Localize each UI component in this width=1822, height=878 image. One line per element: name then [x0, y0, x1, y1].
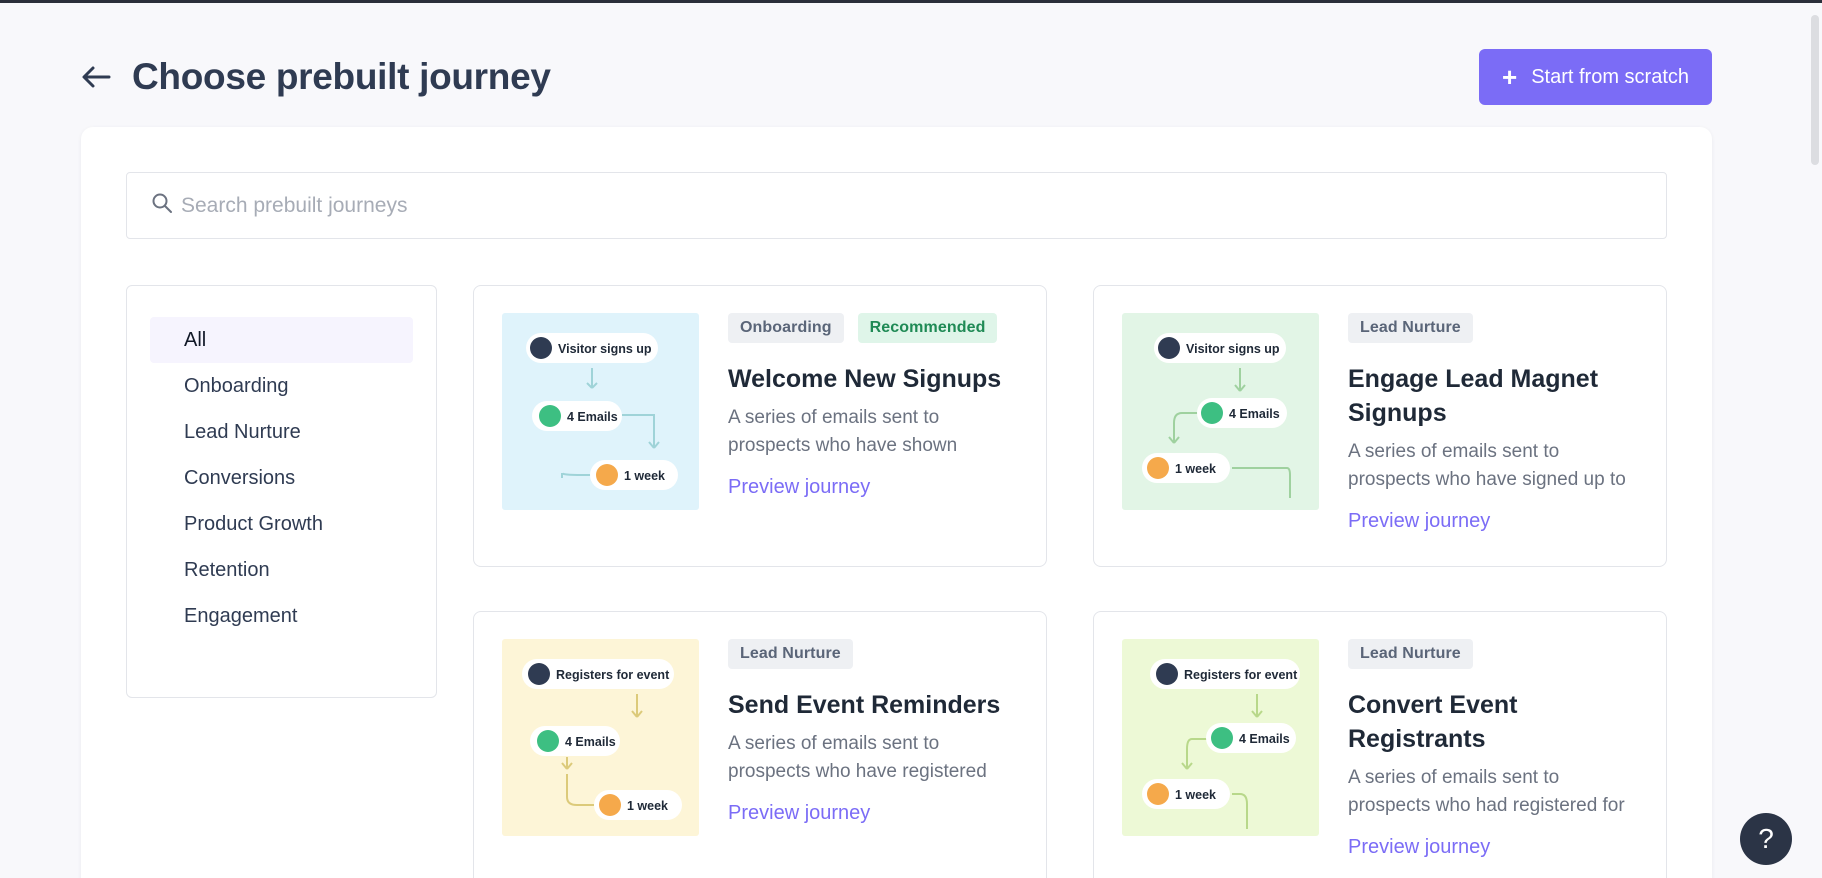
- card-title: Welcome New Signups: [728, 365, 1002, 393]
- svg-text:Registers for event: Registers for event: [556, 668, 670, 682]
- sidebar-item-product-growth[interactable]: Product Growth: [150, 501, 413, 547]
- journey-card[interactable]: Visitor signs up 4 Emails 1 week Onboard…: [473, 285, 1047, 567]
- card-description: A series of emails sent to prospects who…: [728, 407, 958, 456]
- sidebar-item-lead-nurture[interactable]: Lead Nurture: [150, 409, 413, 455]
- journey-panel: All Onboarding Lead Nurture Conversions …: [81, 127, 1712, 878]
- card-title: Convert Event Registrants: [1348, 691, 1518, 753]
- svg-text:Visitor signs up: Visitor signs up: [558, 342, 652, 356]
- category-tag: Lead Nurture: [1348, 313, 1473, 343]
- start-from-scratch-label: Start from scratch: [1531, 65, 1689, 88]
- preview-journey-link[interactable]: Preview journey: [728, 802, 1018, 825]
- card-body: Lead Nurture Convert Event Registrants A…: [1348, 639, 1638, 859]
- preview-journey-link[interactable]: Preview journey: [1348, 836, 1638, 859]
- journey-thumbnail: Visitor signs up 4 Emails 1 week: [1122, 313, 1319, 510]
- journey-thumbnail: Visitor signs up 4 Emails 1 week: [502, 313, 699, 510]
- svg-text:4 Emails: 4 Emails: [1239, 732, 1290, 746]
- tag-list: Lead Nurture: [1348, 639, 1638, 669]
- sidebar-item-onboarding[interactable]: Onboarding: [150, 363, 413, 409]
- svg-text:1 week: 1 week: [627, 799, 668, 813]
- svg-text:Visitor signs up: Visitor signs up: [1186, 342, 1280, 356]
- card-body: Lead Nurture Engage Lead Magnet Signups …: [1348, 313, 1638, 533]
- card-description: A series of emails sent to prospects who…: [1348, 767, 1625, 816]
- svg-text:1 week: 1 week: [1175, 462, 1216, 476]
- recommended-tag: Recommended: [857, 313, 998, 343]
- category-sidebar: All Onboarding Lead Nurture Conversions …: [126, 285, 437, 698]
- card-body: Lead Nurture Send Event Reminders A seri…: [728, 639, 1018, 825]
- svg-text:1 week: 1 week: [1175, 788, 1216, 802]
- category-tag: Onboarding: [728, 313, 844, 343]
- scrollbar[interactable]: [1811, 15, 1819, 165]
- help-button[interactable]: ?: [1740, 813, 1792, 865]
- card-title: Send Event Reminders: [728, 691, 1001, 719]
- plus-icon: +: [1502, 62, 1518, 92]
- category-tag: Lead Nurture: [1348, 639, 1473, 669]
- search-input[interactable]: [181, 193, 1581, 218]
- svg-text:1 week: 1 week: [624, 469, 665, 483]
- journey-card[interactable]: Visitor signs up 4 Emails 1 week Lead Nu…: [1093, 285, 1667, 567]
- svg-text:4 Emails: 4 Emails: [565, 735, 616, 749]
- category-tag: Lead Nurture: [728, 639, 853, 669]
- journey-card[interactable]: Registers for event 4 Emails 1 week Lead…: [473, 611, 1047, 878]
- svg-text:Registers for event: Registers for event: [1184, 668, 1298, 682]
- card-title: Engage Lead Magnet Signups: [1348, 365, 1599, 427]
- tag-list: Lead Nurture: [728, 639, 1018, 669]
- page-title: Choose prebuilt journey: [132, 56, 551, 97]
- page-header: Choose prebuilt journey + Start from scr…: [80, 47, 1712, 107]
- start-from-scratch-button[interactable]: + Start from scratch: [1479, 49, 1712, 105]
- search-icon: [151, 192, 173, 219]
- sidebar-item-retention[interactable]: Retention: [150, 547, 413, 593]
- svg-text:4 Emails: 4 Emails: [567, 410, 618, 424]
- sidebar-item-all[interactable]: All: [150, 317, 413, 363]
- card-body: Onboarding Recommended Welcome New Signu…: [728, 313, 1018, 499]
- card-description: A series of emails sent to prospects who…: [1348, 441, 1626, 490]
- preview-journey-link[interactable]: Preview journey: [1348, 510, 1638, 533]
- title-wrap: Choose prebuilt journey: [80, 56, 551, 98]
- sidebar-item-conversions[interactable]: Conversions: [150, 455, 413, 501]
- tag-list: Onboarding Recommended: [728, 313, 1018, 343]
- journey-thumbnail: Registers for event 4 Emails 1 week: [502, 639, 699, 836]
- journey-thumbnail: Registers for event 4 Emails 1 week: [1122, 639, 1319, 836]
- preview-journey-link[interactable]: Preview journey: [728, 476, 1018, 499]
- tag-list: Lead Nurture: [1348, 313, 1638, 343]
- back-arrow-icon[interactable]: [80, 61, 112, 93]
- sidebar-item-engagement[interactable]: Engagement: [150, 593, 413, 639]
- search-box[interactable]: [126, 172, 1667, 239]
- journey-card[interactable]: Registers for event 4 Emails 1 week Lead…: [1093, 611, 1667, 878]
- svg-text:4 Emails: 4 Emails: [1229, 407, 1280, 421]
- card-description: A series of emails sent to prospects who…: [728, 733, 987, 782]
